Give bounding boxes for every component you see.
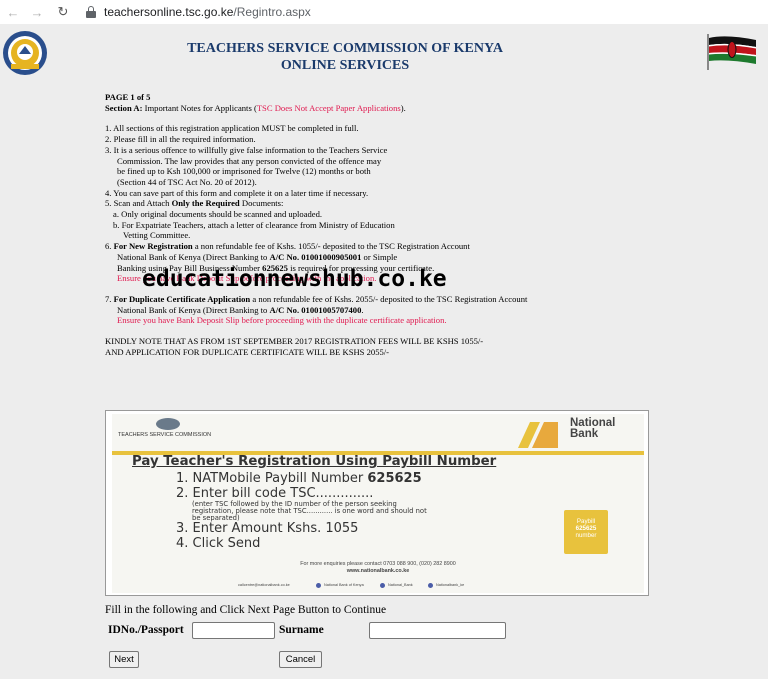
- id-passport-input[interactable]: [192, 622, 275, 639]
- instagram-icon: [428, 583, 433, 588]
- paybill-poster: TEACHERS SERVICE COMMISSION National Ban…: [105, 410, 649, 596]
- duplicate-certificate-warning: Ensure you have Bank Deposit Slip before…: [117, 315, 447, 326]
- tsc-seal-logo: [3, 31, 47, 75]
- surname-label: Surname: [279, 624, 324, 636]
- browser-toolbar: ← → ↻ teachersonline.tsc.go.ke/Regintro.…: [0, 0, 768, 24]
- bank-website: www.nationalbank.co.ke: [346, 567, 410, 574]
- url-domain: teachersonline.tsc.go.ke: [104, 5, 234, 19]
- national-bank-name: National Bank: [570, 417, 615, 440]
- note-item-5-text: 5. Scan and Attach: [105, 198, 172, 209]
- national-bank-logo-icon: [518, 422, 558, 448]
- note-item-7-line2: National Bank of Kenya (Direct Banking t…: [105, 305, 625, 316]
- footer-email: callcentre@nationalbank.co.ke: [238, 583, 290, 587]
- back-arrow-icon[interactable]: ←: [4, 3, 22, 21]
- poster-footer: callcentre@nationalbank.co.ke National B…: [112, 580, 644, 590]
- note-item-7-bold: For Duplicate Certificate Application: [113, 293, 251, 304]
- reload-icon[interactable]: ↻: [54, 3, 72, 21]
- note-item-7-line2-a: National Bank of Kenya (Direct Banking t…: [117, 304, 270, 315]
- note-item-7-line2-c: .: [361, 304, 364, 315]
- note-item-3-line2: Commission. The law provides that any pe…: [117, 155, 382, 166]
- tsc-emblem-icon: [156, 418, 180, 430]
- step-4: 4. Click Send: [176, 536, 261, 552]
- watermark-text: educationnewshub.co.ke: [142, 266, 447, 292]
- footer-instagram: Nationalbank_ke: [436, 583, 465, 587]
- note-item-7-num: 7.: [105, 293, 114, 304]
- step-2: 2. Enter bill code TSC..............: [176, 486, 374, 501]
- note-item-3-line3: be fined up to Ksh 100,000 or imprisoned…: [117, 166, 371, 177]
- note-item-3: 3. It is a serious offence to willfully …: [105, 144, 388, 155]
- paybill-box-caption: number: [575, 532, 597, 539]
- section-heading: Section A: Important Notes for Applicant…: [105, 103, 625, 114]
- step-1: 1. NATMobile Paybill Number 625625: [176, 471, 427, 486]
- fee-notice-line2: AND APPLICATION FOR DUPLICATE CERTIFICAT…: [105, 346, 390, 357]
- note-item-6-line2-a: National Bank of Kenya (Direct Banking t…: [117, 251, 270, 262]
- note-item-6: 6. For New Registration a non refundable…: [105, 241, 625, 252]
- facebook-icon: [316, 583, 321, 588]
- kenya-flag-icon: [707, 34, 756, 70]
- footer-twitter: National_Bank: [388, 583, 413, 587]
- note-item-4: 4. You can save part of this form and co…: [105, 187, 369, 198]
- note-item-3-line4: (Section 44 of TSC Act No. 20 of 2012).: [117, 176, 257, 187]
- page-body: TEACHERS SERVICE COMMISSION OF KENYA ONL…: [0, 24, 768, 679]
- notes-section: PAGE 1 of 5 Section A: Important Notes f…: [105, 92, 625, 357]
- note-item-2: 2. Please fill in all the required infor…: [105, 134, 256, 145]
- paybill-box-number: 625625: [575, 525, 597, 532]
- lock-icon[interactable]: [86, 6, 96, 18]
- account-number-new: A/C No. 01001000905001: [269, 251, 362, 262]
- fee-notice-line1: KINDLY NOTE THAT AS FROM 1ST SEPTEMBER 2…: [105, 336, 484, 347]
- section-end: ).: [400, 102, 406, 113]
- poster-enquiries: For more enquiries please contact 0703 0…: [112, 561, 644, 574]
- site-header: TEACHERS SERVICE COMMISSION OF KENYA ONL…: [180, 40, 510, 74]
- note-item-6-num: 6.: [105, 241, 114, 252]
- note-item-5b: b. For Expatriate Teachers, attach a let…: [113, 219, 395, 230]
- forward-arrow-icon[interactable]: →: [28, 3, 46, 21]
- step-2-note-3: be separated): [192, 513, 240, 522]
- address-bar[interactable]: teachersonline.tsc.go.ke/Regintro.aspx: [104, 5, 311, 19]
- note-item-5-bold: Only the Required: [171, 198, 240, 209]
- paybill-steps: 1. NATMobile Paybill Number 625625 2. En…: [176, 471, 427, 551]
- note-item-6-line2-c: or Simple: [361, 251, 398, 262]
- url-path: /Regintro.aspx: [233, 5, 311, 19]
- note-item-5a: a. Only original documents should be sca…: [113, 209, 323, 220]
- next-button[interactable]: Next: [109, 651, 139, 668]
- paybill-number-box: Paybill 625625 number: [564, 510, 608, 554]
- step-3: 3. Enter Amount Kshs. 1055: [176, 521, 359, 537]
- paper-warning: TSC Does Not Accept Paper Applications: [256, 102, 401, 113]
- twitter-icon: [380, 583, 385, 588]
- footer-facebook: National Bank of Kenya: [324, 583, 364, 587]
- header-subtitle: ONLINE SERVICES: [280, 58, 410, 73]
- note-item-5-end: Documents:: [239, 198, 284, 209]
- cancel-button[interactable]: Cancel: [279, 651, 322, 668]
- note-item-7-text: a non refundable fee of Kshs. 2055/- dep…: [250, 293, 528, 304]
- poster-tsc-label: TEACHERS SERVICE COMMISSION: [118, 432, 212, 438]
- form-instruction: Fill in the following and Click Next Pag…: [105, 604, 387, 616]
- paybill-box-label: Paybill: [576, 518, 596, 525]
- bank-name-line2: Bank: [570, 428, 599, 440]
- poster-title: Pay Teacher's Registration Using Paybill…: [132, 454, 497, 469]
- note-item-6-text: a non refundable fee of Kshs. 1055/- dep…: [192, 241, 470, 252]
- note-item-5: 5. Scan and Attach Only the Required Doc…: [105, 198, 625, 209]
- step-1-text: 1. NATMobile Paybill Number: [176, 471, 368, 486]
- surname-input[interactable]: [369, 622, 506, 639]
- step-1-number: 625625: [367, 471, 422, 486]
- section-text: Important Notes for Applicants (: [142, 102, 257, 113]
- note-item-6-bold: For New Registration: [113, 241, 193, 252]
- note-item-5b-line2: Vetting Committee.: [123, 230, 191, 241]
- id-passport-label: IDNo./Passport: [108, 624, 184, 636]
- page-indicator: PAGE 1 of 5: [105, 92, 151, 102]
- header-title: TEACHERS SERVICE COMMISSION OF KENYA: [187, 41, 503, 56]
- note-item-1: 1. All sections of this registration app…: [105, 123, 359, 134]
- account-number-duplicate: A/C No. 01001005707400: [269, 304, 362, 315]
- note-item-6-line2: National Bank of Kenya (Direct Banking t…: [105, 252, 625, 263]
- note-item-7: 7. For Duplicate Certificate Application…: [105, 294, 625, 305]
- section-label: Section A:: [105, 102, 143, 113]
